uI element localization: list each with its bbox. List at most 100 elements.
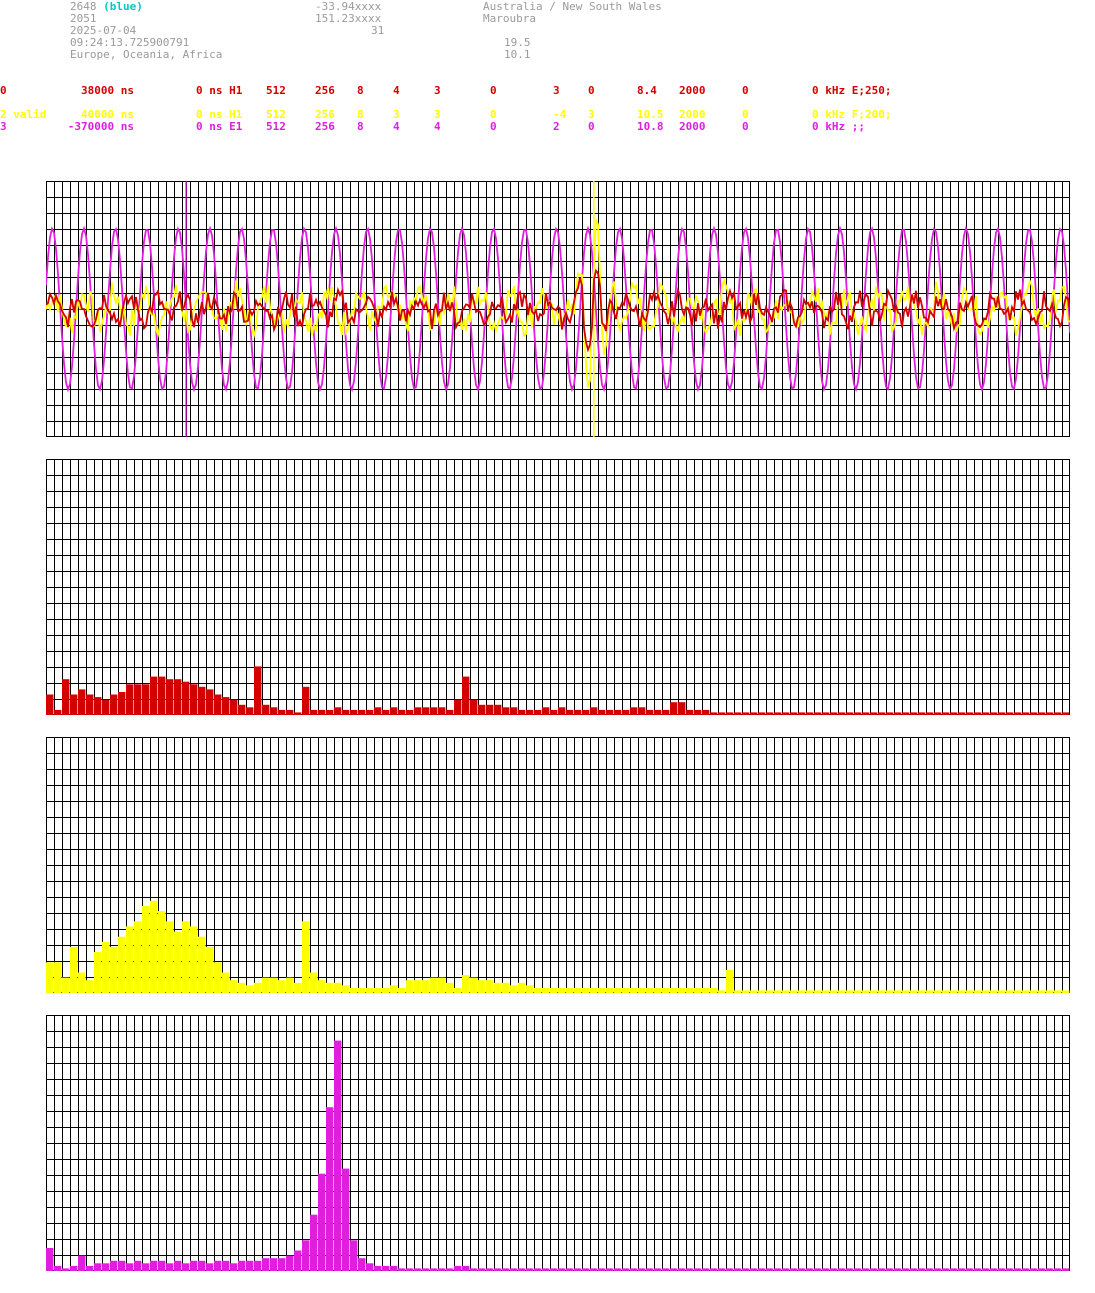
spectrum-bar xyxy=(630,1268,638,1271)
waveform-panel xyxy=(46,181,1070,437)
channel-0-col-3: 512 xyxy=(266,84,286,97)
spectrum-bar xyxy=(118,692,126,715)
spectrum-bar xyxy=(166,679,174,715)
spectrum-bar xyxy=(430,707,438,715)
spectrum-bar xyxy=(534,709,542,715)
spectrum-bar xyxy=(934,712,942,715)
spectrum-bar xyxy=(918,1268,926,1271)
spectrum-bar xyxy=(582,1268,590,1271)
spectrum-bar xyxy=(502,1268,510,1271)
spectrum-bar xyxy=(894,990,902,993)
spectrum-bar xyxy=(502,982,510,993)
spectrum-bar xyxy=(1062,1268,1070,1271)
spectrum-bar xyxy=(982,1268,990,1271)
spectrum-bar xyxy=(710,712,718,715)
spectrum-bar xyxy=(382,987,390,993)
spectrum-bar xyxy=(62,1268,70,1271)
spectrum-bar xyxy=(814,712,822,715)
spectrum-bar xyxy=(894,712,902,715)
spectrum-bar xyxy=(718,990,726,993)
spectrum-bar xyxy=(718,712,726,715)
spectrum-bar xyxy=(206,946,214,993)
spectrum-bar xyxy=(214,962,222,993)
channel-0-col-5: 8 xyxy=(357,84,364,97)
spectrum-bar xyxy=(630,707,638,715)
spectrum-bar xyxy=(46,694,54,715)
channel-0-col-11: 8.4 xyxy=(637,84,657,97)
spectrum-bar xyxy=(758,1268,766,1271)
spectrum-bar xyxy=(190,1260,198,1271)
spectrum-bar xyxy=(318,709,326,715)
spectrum-bar xyxy=(286,709,294,715)
spectrum-bar xyxy=(750,990,758,993)
spectrum-bar xyxy=(278,1258,286,1271)
spectrum-bar xyxy=(126,1263,134,1271)
spectrum-bar xyxy=(190,684,198,715)
spectrum-bar xyxy=(126,926,134,993)
spectrum-bar xyxy=(942,712,950,715)
spectrum-bar xyxy=(862,990,870,993)
spectrum-bar xyxy=(446,982,454,993)
spectrum-bar xyxy=(742,990,750,993)
spectrum-bar xyxy=(110,946,118,993)
spectrum-bar xyxy=(478,1268,486,1271)
spectrum-bar xyxy=(942,990,950,993)
spectrum-bar xyxy=(878,712,886,715)
spectrum-bar xyxy=(782,990,790,993)
channel-2-col-3: 512 xyxy=(266,120,286,133)
spectrum-bar xyxy=(702,987,710,993)
spectrum-magenta-panel xyxy=(46,1015,1070,1271)
spectrum-bar xyxy=(350,709,358,715)
spectrum-bar xyxy=(550,709,558,715)
spectrum-bar xyxy=(374,1265,382,1271)
spectrum-bar xyxy=(790,1268,798,1271)
spectrum-bar xyxy=(1046,1268,1054,1271)
spectrum-bar xyxy=(638,987,646,993)
spectrum-bar xyxy=(1022,990,1030,993)
spectrum-bar xyxy=(590,987,598,993)
spectrum-bar xyxy=(830,1268,838,1271)
spectrum-bar xyxy=(534,1268,542,1271)
spectrum-bar xyxy=(838,1268,846,1271)
spectrum-bar xyxy=(934,1268,942,1271)
spectrum-bar xyxy=(670,987,678,993)
spectrum-bar xyxy=(102,941,110,993)
spectrum-bar xyxy=(958,990,966,993)
spectrum-bar xyxy=(422,980,430,993)
spectrum-bar xyxy=(286,1255,294,1271)
spectrum-bar xyxy=(86,980,94,993)
spectrum-bar xyxy=(862,1268,870,1271)
spectrum-bar xyxy=(454,699,462,715)
spectrum-bar xyxy=(686,709,694,715)
channel-0-col-2: 0 ns H1 xyxy=(196,84,243,97)
spectrum-bar xyxy=(510,707,518,715)
spectrum-bar xyxy=(606,987,614,993)
spectrum-bar xyxy=(246,1260,254,1271)
spectrum-bar xyxy=(950,990,958,993)
spectrum-bar xyxy=(158,676,166,715)
spectrum-bar xyxy=(1054,990,1062,993)
spectrum-bar xyxy=(430,1268,438,1271)
spectrum-bar xyxy=(846,1268,854,1271)
spectrum-bar xyxy=(542,987,550,993)
spectrum-bar xyxy=(966,990,974,993)
channel-0-col-10: 0 xyxy=(588,84,595,97)
spectrum-bar xyxy=(462,975,470,993)
spectrum-bar xyxy=(494,982,502,993)
spectrum-bar xyxy=(566,1268,574,1271)
spectrum-bar xyxy=(646,709,654,715)
spectrum-bar xyxy=(518,709,526,715)
spectrum-bar xyxy=(310,709,318,715)
spectrum-bar xyxy=(342,985,350,993)
town: Maroubra xyxy=(483,12,536,25)
spectrum-bar xyxy=(78,1255,86,1271)
spectrum-bar xyxy=(350,1240,358,1271)
spectrum-bar xyxy=(222,972,230,993)
spectrum-bar xyxy=(438,1268,446,1271)
spectrum-bar xyxy=(822,1268,830,1271)
spectrum-bar xyxy=(478,704,486,715)
spectrum-bar xyxy=(678,702,686,715)
spectrum-bar xyxy=(294,982,302,993)
spectrum-bar xyxy=(726,712,734,715)
spectrum-bar xyxy=(710,987,718,993)
